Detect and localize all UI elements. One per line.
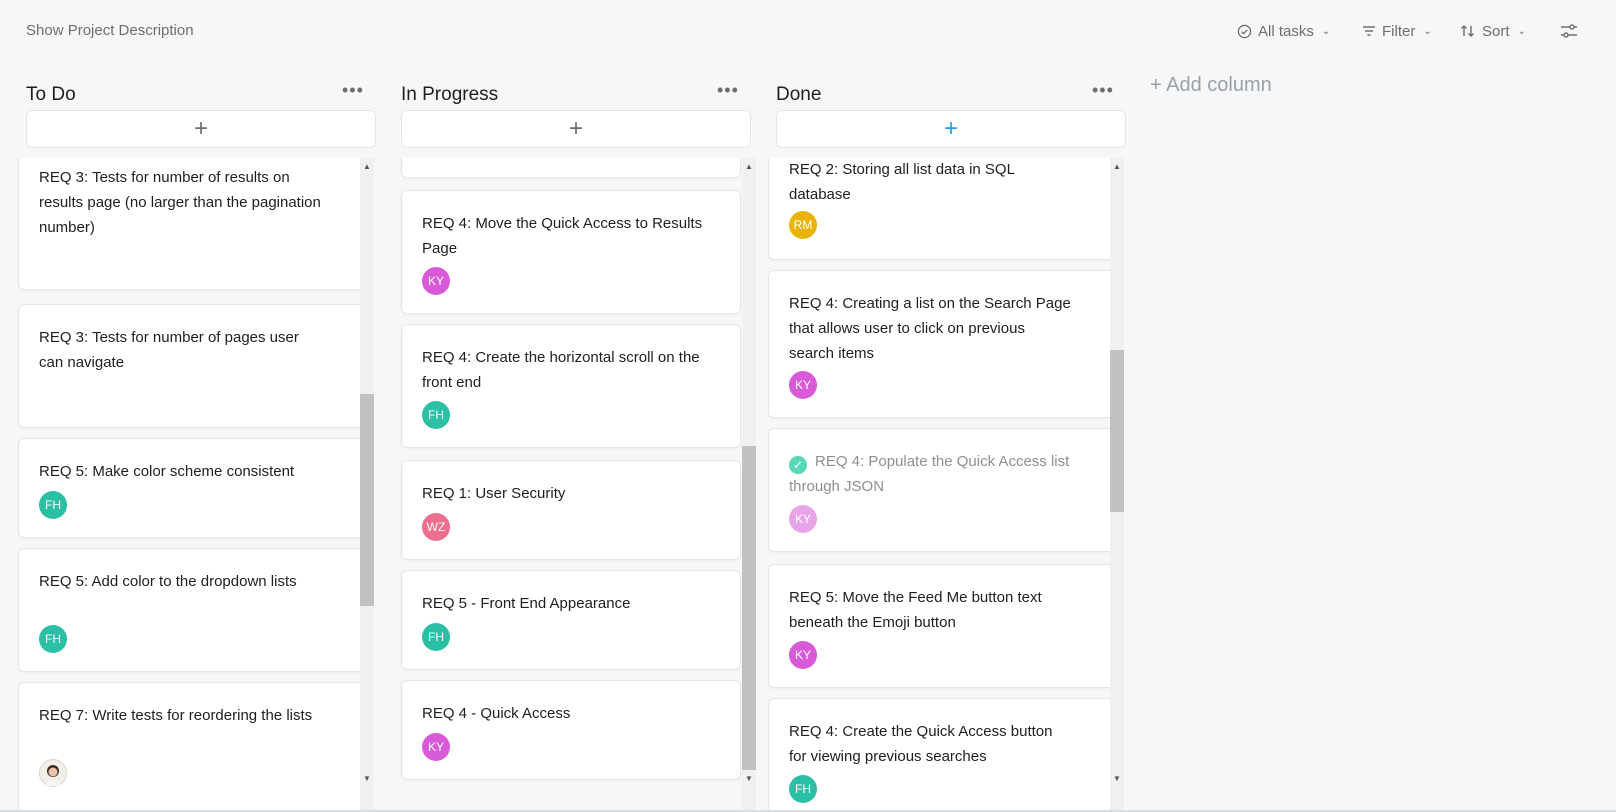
add-column-button[interactable]: + Add column [1150,74,1272,97]
task-card[interactable]: REQ 2: Storing all list data in SQL data… [768,158,1118,260]
assignee-avatar[interactable]: KY [789,371,817,399]
column-in-progress: In Progress ••• + REQ 4: Move the Quick … [375,62,756,812]
card-list: REQ 4: Move the Quick Access to Results … [375,158,761,812]
task-title: REQ 1: User Security [422,485,566,502]
task-card[interactable]: REQ 5 - Front End Appearance FH [401,570,741,670]
all-tasks-button[interactable]: All tasks ⌄ [1237,20,1330,42]
scroll-down-arrow-icon[interactable]: ▼ [363,774,371,783]
card-list: REQ 3: Tests for number of results on re… [0,158,386,812]
column-title: To Do [26,84,76,105]
task-card[interactable]: REQ 5: Add color to the dropdown lists F… [18,548,368,672]
add-task-button[interactable]: + [26,110,376,148]
assignee-avatar[interactable]: FH [422,623,450,651]
chevron-down-icon: ⌄ [1517,25,1526,37]
card-list: REQ 2: Storing all list data in SQL data… [750,158,1136,812]
task-card[interactable]: REQ 1: User Security WZ [401,460,741,560]
assignee-avatar[interactable]: KY [422,733,450,761]
column-header: Done ••• [750,72,1126,105]
task-card-completed[interactable]: ✓ REQ 4: Populate the Quick Access list t… [768,428,1118,552]
task-card[interactable]: REQ 4 - Quick Access KY [401,680,741,780]
add-task-button[interactable]: + [401,110,751,148]
column-title: In Progress [401,84,499,105]
task-card[interactable]: REQ 5: Move the Feed Me button text bene… [768,564,1118,688]
task-card[interactable]: REQ 3: Tests for number of pages user ca… [18,304,368,428]
assignee-avatar[interactable]: FH [789,775,817,803]
column-title: Done [776,84,822,105]
scrollbar-thumb[interactable] [360,394,374,606]
scrollbar-thumb[interactable] [1110,350,1124,512]
scroll-up-arrow-icon[interactable]: ▲ [1113,162,1121,171]
filter-button[interactable]: Filter ⌄ [1362,20,1432,42]
chevron-down-icon: ⌄ [1321,25,1331,37]
more-options-icon[interactable]: ••• [342,80,364,101]
show-project-description-link[interactable]: Show Project Description [26,22,194,39]
task-title: REQ 5: Add color to the dropdown lists [39,573,297,590]
task-card[interactable]: REQ 4: Move the Quick Access to Results … [401,190,741,314]
more-options-icon[interactable]: ••• [717,80,739,101]
assignee-avatar[interactable]: RM [789,211,817,239]
task-title: REQ 3: Tests for number of results on re… [39,169,321,236]
task-title: REQ 2: Storing all list data in SQL data… [789,161,1015,203]
assignee-avatar-photo[interactable] [39,759,67,787]
filter-label: Filter [1382,22,1416,40]
scroll-up-arrow-icon[interactable]: ▲ [363,162,371,171]
assignee-avatar[interactable]: WZ [422,513,450,541]
task-card[interactable]: REQ 5: Make color scheme consistent FH [18,438,368,538]
assignee-avatar[interactable]: KY [789,641,817,669]
task-title: REQ 5 - Front End Appearance [422,595,631,612]
check-circle-icon [1237,24,1252,38]
person-icon [45,765,61,786]
filter-icon [1363,26,1375,36]
task-title: REQ 4: Move the Quick Access to Results … [422,215,703,257]
add-task-button[interactable]: + [776,110,1126,148]
scrollbar[interactable]: ▲ ▼ [360,158,374,812]
column-header: In Progress ••• [375,72,751,105]
task-title: REQ 7: Write tests for reordering the li… [39,707,313,724]
scroll-down-arrow-icon[interactable]: ▼ [1113,774,1121,783]
assignee-avatar[interactable]: KY [789,505,817,533]
task-title: REQ 4: Create the Quick Access button fo… [789,723,1053,765]
settings-sliders-icon [1561,24,1577,38]
sort-label: Sort [1482,22,1510,40]
task-title: REQ 5: Move the Feed Me button text bene… [789,589,1042,631]
task-title: REQ 4: Create the horizontal scroll on t… [422,349,700,391]
task-card[interactable] [401,158,741,178]
column-to-do: To Do ••• + REQ 3: Tests for number of r… [0,62,376,812]
task-card[interactable]: REQ 3: Tests for number of results on re… [18,158,368,290]
task-card[interactable]: REQ 7: Write tests for reordering the li… [18,682,368,812]
completed-check-icon[interactable]: ✓ [789,456,807,474]
task-card[interactable]: REQ 4: Creating a list on the Search Pag… [768,270,1118,418]
assignee-avatar[interactable]: FH [39,625,67,653]
task-title-row: ✓ REQ 4: Populate the Quick Access list t… [789,449,1074,499]
assignee-avatar[interactable]: FH [422,401,450,429]
chevron-down-icon: ⌄ [1423,25,1432,37]
project-toolbar: Show Project Description All tasks ⌄ Fil… [0,0,1616,62]
task-title: REQ 3: Tests for number of pages user ca… [39,329,299,371]
task-card[interactable]: REQ 4: Create the horizontal scroll on t… [401,324,741,448]
customize-button[interactable] [1560,20,1578,42]
task-title: REQ 4: Creating a list on the Search Pag… [789,295,1071,362]
column-header: To Do ••• [0,72,376,105]
more-options-icon[interactable]: ••• [1092,80,1114,101]
task-title: REQ 4 - Quick Access [422,705,571,722]
task-title: REQ 5: Make color scheme consistent [39,463,295,480]
assignee-avatar[interactable]: FH [39,491,67,519]
assignee-avatar[interactable]: KY [422,267,450,295]
task-card[interactable]: REQ 4: Create the Quick Access button fo… [768,698,1118,812]
sort-icon [1461,25,1474,37]
column-done: Done ••• + REQ 2: Storing all list data … [750,62,1126,812]
scrollbar[interactable]: ▲ ▼ [1110,158,1124,812]
task-title: REQ 4: Populate the Quick Access list th… [789,453,1070,495]
sort-button[interactable]: Sort ⌄ [1460,20,1526,42]
all-tasks-label: All tasks [1258,22,1314,40]
